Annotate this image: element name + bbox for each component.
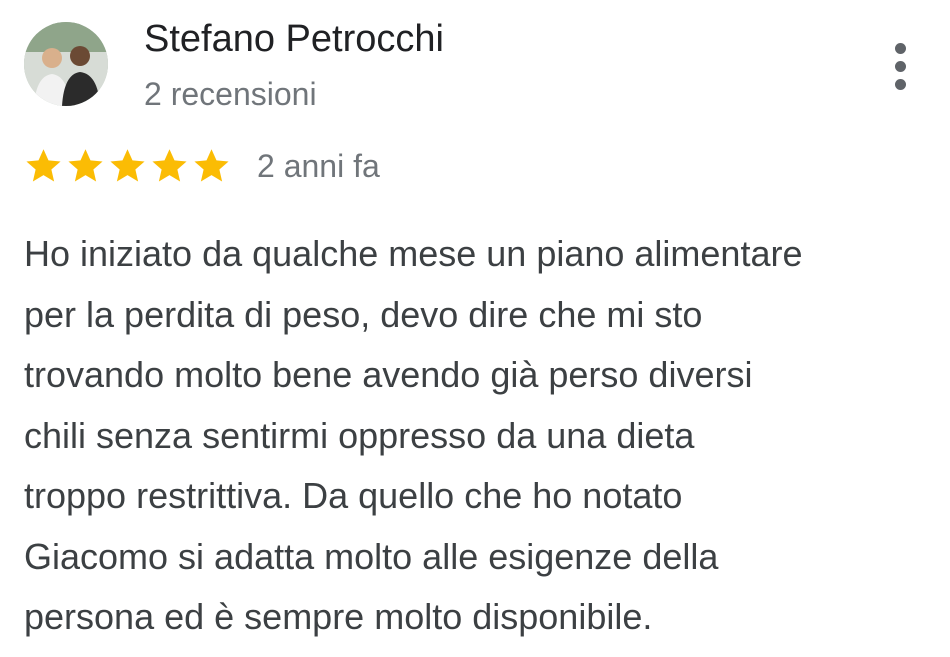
review-text-line: Ho iniziato da qualche mese un piano ali… xyxy=(24,233,803,274)
review-date: 2 anni fa xyxy=(257,147,380,184)
star-icon xyxy=(152,148,187,181)
star-icon xyxy=(68,148,103,181)
review-text-line: troppo restrittiva. Da quello che ho not… xyxy=(24,475,683,516)
profile-photo-icon[interactable] xyxy=(24,22,108,106)
star-icon xyxy=(110,148,145,181)
review-text-line: chili senza sentirmi oppresso da una die… xyxy=(24,414,695,456)
more-vert-icon xyxy=(894,42,906,54)
review-text: Ho iniziato da qualche mese un piano ali… xyxy=(24,224,939,648)
more-options-button[interactable] xyxy=(880,36,920,96)
more-vert-icon-dot xyxy=(894,78,906,90)
review-text-line: per la perdita di peso, devo dire che mi… xyxy=(24,293,703,335)
star-icon xyxy=(194,148,229,181)
more-vert-icon-dot xyxy=(894,60,906,72)
author-name[interactable]: Stefano Petrocchi xyxy=(144,18,444,61)
star-icon xyxy=(26,148,61,181)
star-rating xyxy=(24,148,231,185)
avatar-image xyxy=(24,22,108,106)
review-card: Stefano Petrocchi 2 recensioni 2 anni fa… xyxy=(0,0,950,657)
review-text-line: trovando molto bene avendo già perso div… xyxy=(24,354,753,395)
author-review-count[interactable]: 2 recensioni xyxy=(144,76,317,113)
review-text-line: persona ed è sempre molto disponibile. xyxy=(24,596,653,637)
rating-row: 2 anni fa xyxy=(24,146,380,186)
review-text-line: Giacomo si adatta molto alle esigenze de… xyxy=(24,535,719,577)
